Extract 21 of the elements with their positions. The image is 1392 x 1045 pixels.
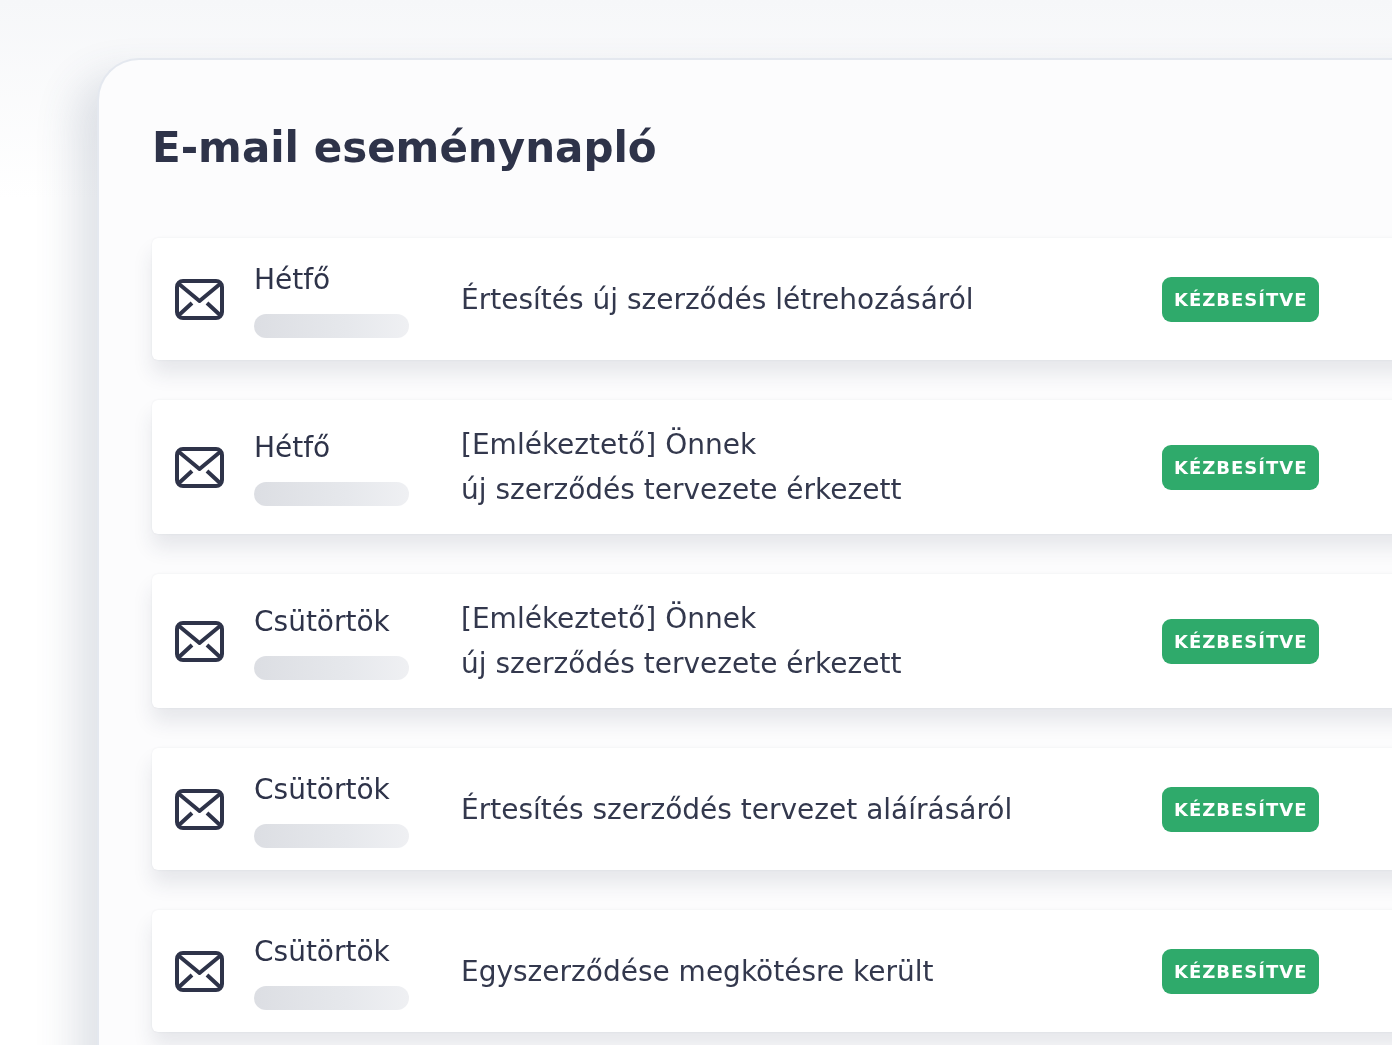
page-title: E-mail eseménynapló — [152, 122, 657, 174]
status-badge: KÉZBESÍTVE — [1162, 948, 1320, 994]
status-badge: KÉZBESÍTVE — [1162, 786, 1320, 832]
event-day: Csütörtök — [254, 602, 390, 642]
event-day: Hétfő — [254, 260, 331, 300]
status-badge: KÉZBESÍTVE — [1162, 618, 1320, 664]
event-day: Csütörtök — [254, 770, 390, 810]
event-day: Hétfő — [254, 428, 331, 468]
envelope-icon — [175, 788, 224, 830]
status-badge: KÉZBESÍTVE — [1162, 444, 1320, 490]
envelope-icon — [175, 950, 224, 992]
event-subject: Értesítés szerződés tervezet aláírásáról — [461, 791, 1014, 828]
event-subject: [Emlékeztető] Önnek új szerződés tervezete érkezett — [461, 600, 903, 682]
envelope-icon — [175, 446, 224, 488]
envelope-icon — [175, 278, 224, 320]
status-badge: KÉZBESÍTVE — [1162, 276, 1320, 322]
event-subject: Értesítés új szerződés létrehozásáról — [461, 281, 975, 318]
event-subject: [Emlékeztető] Önnek új szerződés tervezete érkezett — [461, 426, 903, 508]
event-day: Csütörtök — [254, 932, 390, 972]
event-subject: Egyszerződése megkötésre került — [461, 953, 935, 990]
envelope-icon — [175, 620, 224, 662]
